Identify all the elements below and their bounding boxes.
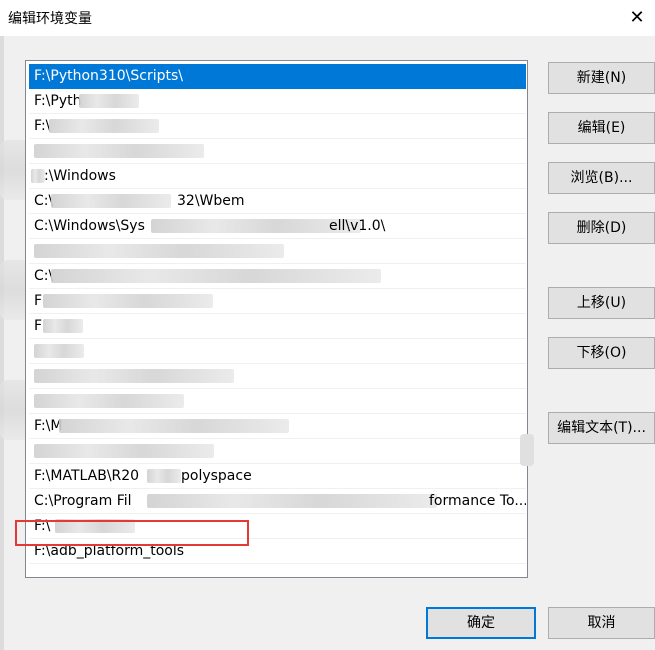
list-item[interactable]: C:\Windows\Sys ell\v1.0\ bbox=[29, 214, 526, 239]
list-item[interactable]: F:\adb_platform_tools bbox=[29, 539, 526, 564]
blurred-text bbox=[34, 244, 284, 258]
list-item[interactable]: C:\ 32\Wbem bbox=[29, 189, 526, 214]
list-item-text: F:\adb_platform_tools bbox=[34, 543, 185, 559]
list-item-text: F:\Pyth bbox=[34, 93, 82, 109]
list-item[interactable] bbox=[29, 364, 526, 389]
blurred-text bbox=[31, 169, 45, 183]
browse-button[interactable]: 浏览(B)... bbox=[548, 162, 655, 194]
list-item[interactable] bbox=[29, 239, 526, 264]
blurred-text bbox=[34, 369, 234, 383]
list-item-text: F:\Python310\Scripts\ bbox=[34, 68, 183, 84]
list-item-text: C:\Windows\Sys bbox=[34, 218, 145, 234]
blurred-text bbox=[49, 119, 159, 133]
blurred-text bbox=[79, 94, 139, 108]
ok-button[interactable]: 确定 bbox=[426, 607, 536, 639]
list-item[interactable]: F:\MATLAB\R20 polyspace bbox=[29, 464, 526, 489]
list-item[interactable]: F bbox=[29, 289, 526, 314]
list-item-text: F bbox=[34, 318, 43, 334]
close-icon[interactable]: ✕ bbox=[625, 6, 649, 30]
list-item-text: F bbox=[34, 293, 43, 309]
list-item[interactable] bbox=[29, 439, 526, 464]
blurred-text bbox=[34, 444, 214, 458]
list-item-text: F:\MATLAB\R20 bbox=[34, 468, 140, 484]
list-item-text: 32\Wbem bbox=[177, 193, 245, 209]
list-item[interactable]: F:\ bbox=[29, 514, 526, 539]
blurred-region bbox=[520, 434, 534, 466]
list-item[interactable]: C:\Program Fil formance To... bbox=[29, 489, 526, 514]
list-item-selected[interactable]: F:\Python310\Scripts\ bbox=[29, 64, 526, 89]
list-item[interactable] bbox=[29, 389, 526, 414]
list-item-text: formance To... bbox=[429, 493, 526, 509]
blurred-text bbox=[43, 294, 213, 308]
list-item[interactable] bbox=[29, 564, 526, 577]
list-item-text: F:\ bbox=[34, 118, 51, 134]
window-edge bbox=[0, 36, 4, 650]
list-item-text: polyspace bbox=[181, 468, 252, 484]
list-item[interactable]: F bbox=[29, 314, 526, 339]
list-item[interactable]: F:\M bbox=[29, 414, 526, 439]
blurred-text bbox=[34, 344, 84, 358]
list-item[interactable]: :\Windows bbox=[29, 164, 526, 189]
list-item-text: :\Windows bbox=[44, 168, 116, 184]
blurred-text bbox=[51, 194, 171, 208]
list-item[interactable]: F:\Pyth bbox=[29, 89, 526, 114]
list-item-text: C:\Program Fil bbox=[34, 493, 132, 509]
blurred-text bbox=[59, 419, 289, 433]
title-bar: 编辑环境变量 ✕ bbox=[0, 0, 655, 36]
list-item[interactable]: C:\ bbox=[29, 264, 526, 289]
list-item[interactable]: F:\ bbox=[29, 114, 526, 139]
cancel-button[interactable]: 取消 bbox=[548, 607, 655, 639]
list-item-text: ell\v1.0\ bbox=[329, 218, 386, 234]
edit-button[interactable]: 编辑(E) bbox=[548, 112, 655, 144]
list-item[interactable] bbox=[29, 339, 526, 364]
path-list[interactable]: F:\Python310\Scripts\ F:\Pyth F:\ :\Wind… bbox=[25, 60, 528, 578]
move-down-button[interactable]: 下移(O) bbox=[548, 337, 655, 369]
blurred-text bbox=[147, 469, 181, 483]
new-button[interactable]: 新建(N) bbox=[548, 62, 655, 94]
delete-button[interactable]: 删除(D) bbox=[548, 212, 655, 244]
edit-text-button[interactable]: 编辑文本(T)... bbox=[548, 412, 655, 444]
blurred-text bbox=[55, 519, 135, 533]
move-up-button[interactable]: 上移(U) bbox=[548, 287, 655, 319]
blurred-text bbox=[43, 319, 83, 333]
list-item[interactable] bbox=[29, 139, 526, 164]
window-title: 编辑环境变量 bbox=[8, 11, 92, 27]
blurred-text bbox=[34, 394, 184, 408]
blurred-text bbox=[51, 269, 381, 283]
list-item-text: F:\ bbox=[34, 518, 51, 534]
blurred-text bbox=[34, 144, 204, 158]
blurred-text bbox=[147, 494, 437, 508]
